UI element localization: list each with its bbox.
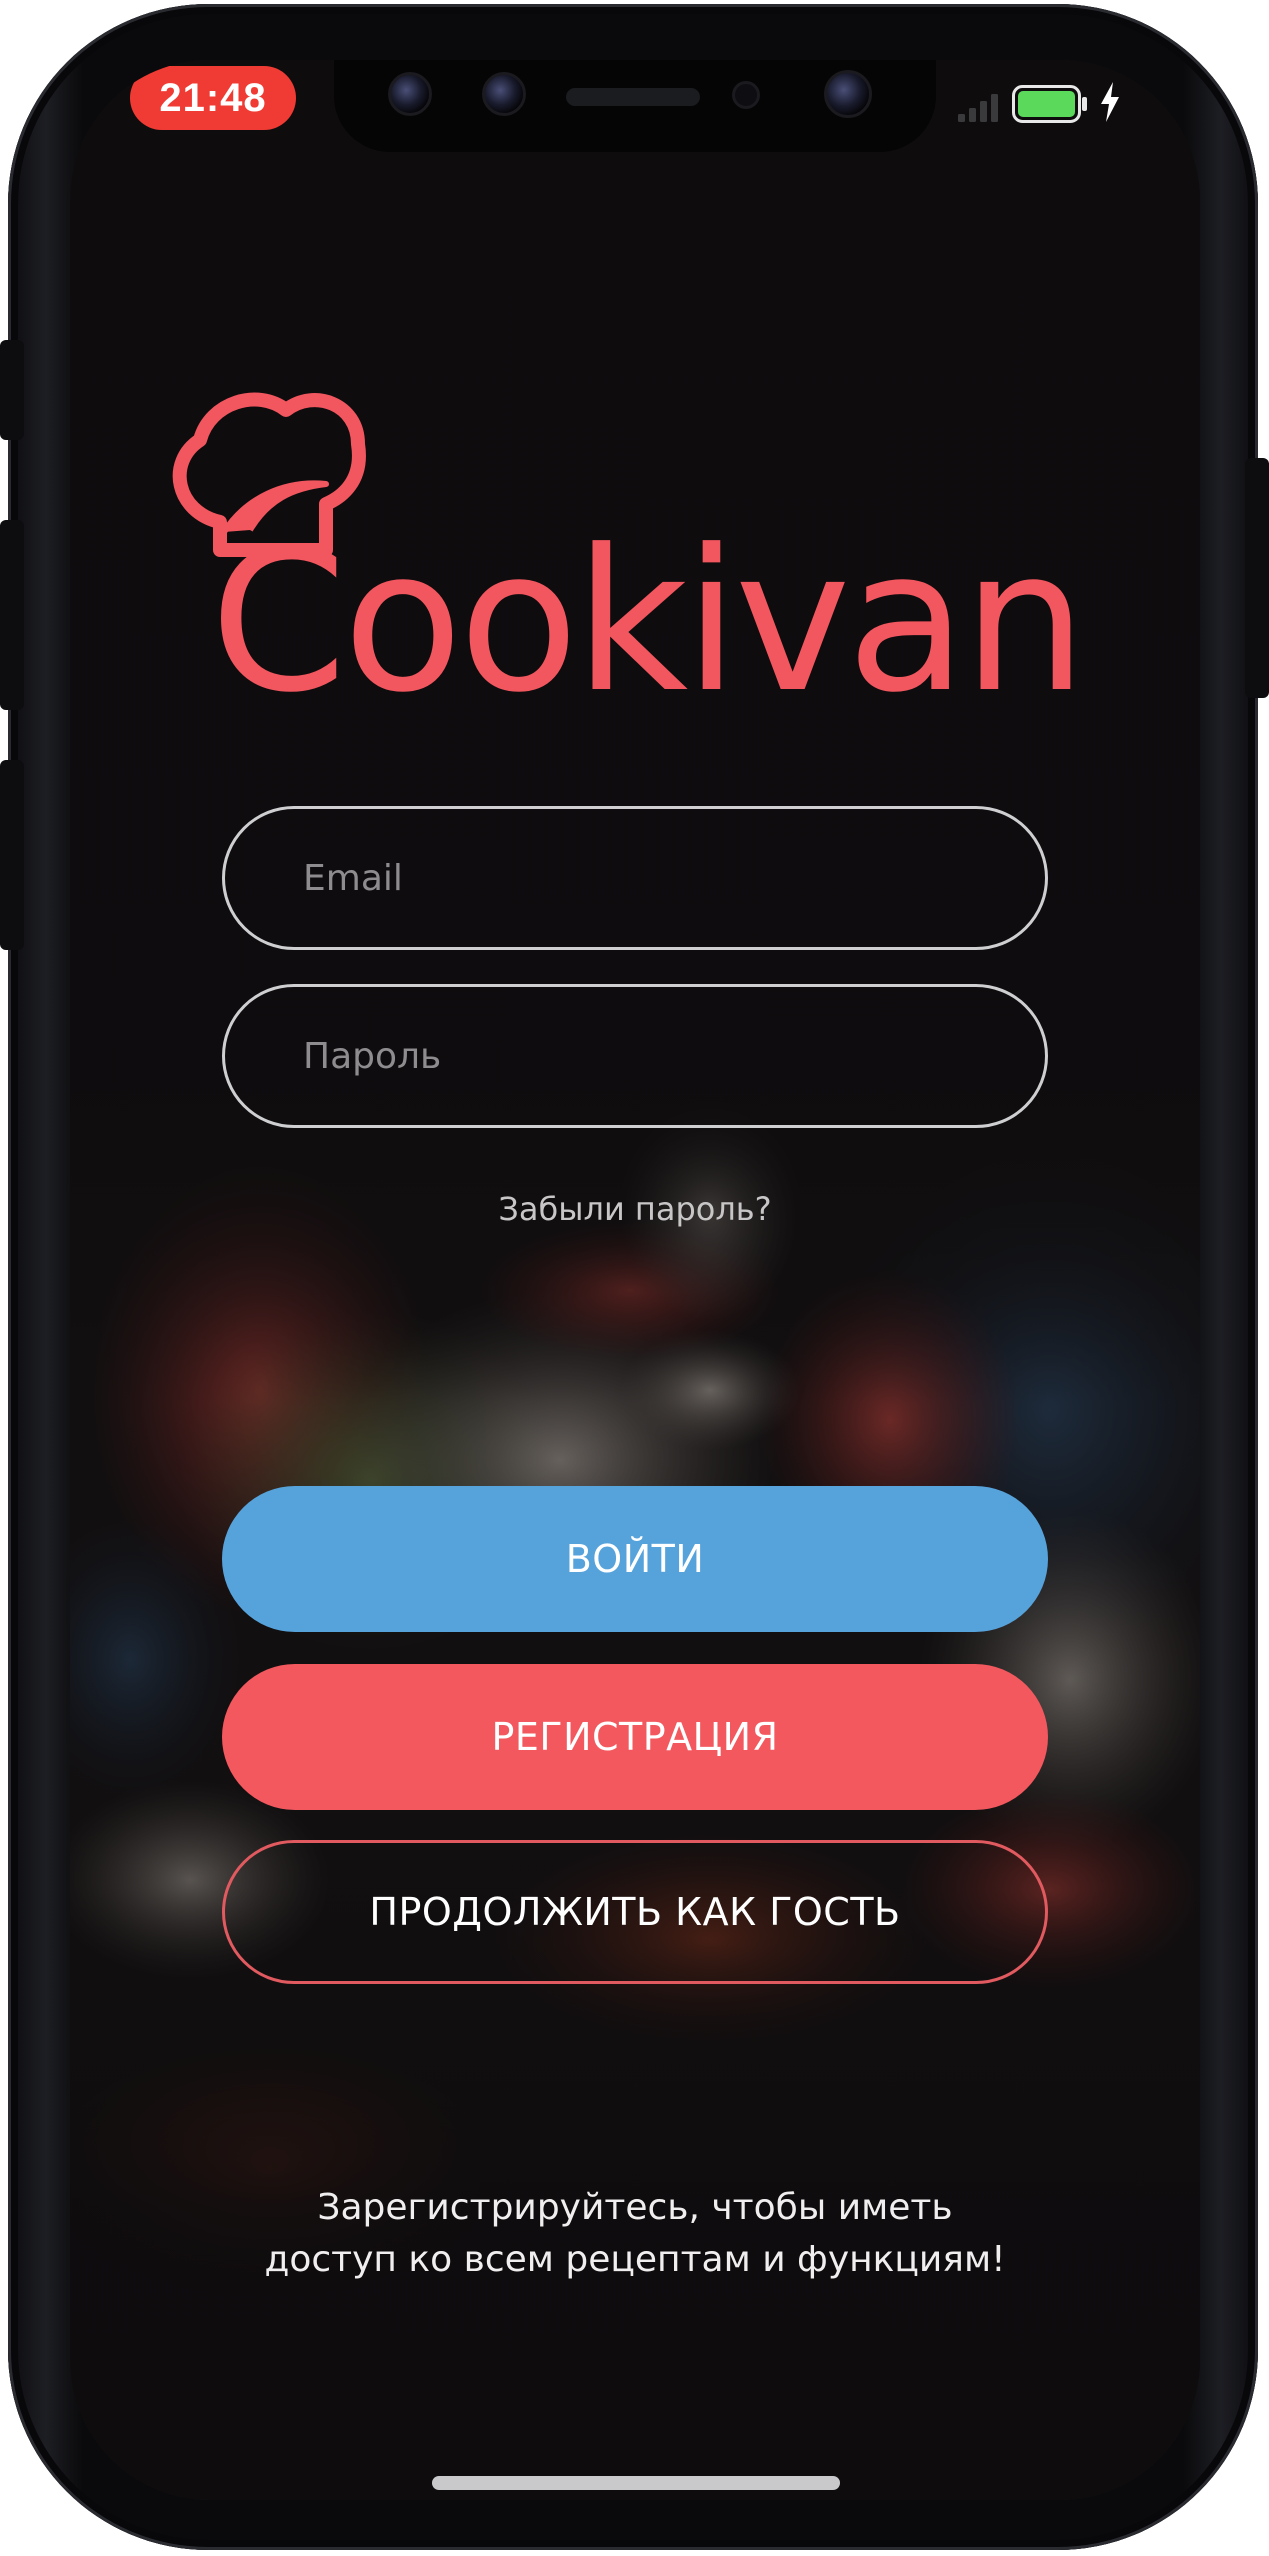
battery-icon <box>1012 85 1087 123</box>
home-indicator[interactable] <box>432 2476 840 2490</box>
register-button[interactable]: РЕГИСТРАЦИЯ <box>222 1664 1048 1810</box>
register-hint: Зарегистрируйтесь, чтобы иметь доступ ко… <box>70 2182 1200 2286</box>
continue-as-guest-button[interactable]: ПРОДОЛЖИТЬ КАК ГОСТЬ <box>222 1840 1048 1984</box>
register-hint-line-2: доступ ко всем рецептам и функциям! <box>264 2239 1006 2280</box>
signal-icon <box>958 94 998 122</box>
sensor-right-icon <box>482 72 526 116</box>
login-button[interactable]: ВОЙТИ <box>222 1486 1048 1632</box>
register-hint-line-1: Зарегистрируйтесь, чтобы иметь <box>317 2187 953 2228</box>
volume-down-button <box>0 760 24 950</box>
status-time: 21:48 <box>130 66 296 130</box>
volume-up-button <box>0 520 24 710</box>
app-logo-text: Cookivan <box>210 508 1087 736</box>
power-button <box>1245 458 1269 698</box>
sensor-left-icon <box>388 72 432 116</box>
forgot-password-link[interactable]: Забыли пароль? <box>70 1190 1200 1228</box>
password-field[interactable] <box>222 984 1048 1128</box>
charging-bolt-icon <box>1101 82 1119 122</box>
email-field[interactable] <box>222 806 1048 950</box>
app-screen: 21:48 Cookivan Забыли пароль? ВОЙТИ РЕГИ… <box>70 60 1200 2500</box>
earpiece-speaker <box>566 88 700 106</box>
mute-switch <box>0 340 24 440</box>
front-camera-icon <box>824 70 872 118</box>
proximity-sensor-icon <box>732 81 760 109</box>
